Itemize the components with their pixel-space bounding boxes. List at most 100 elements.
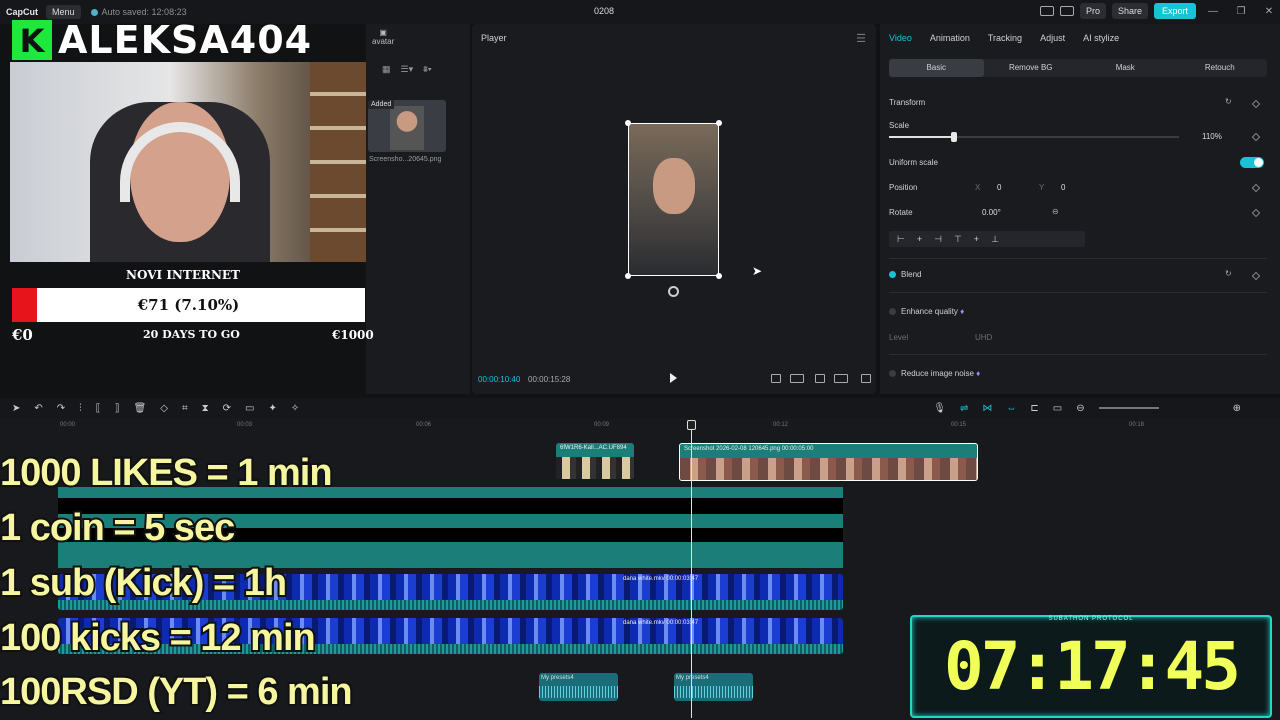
export-button[interactable]: Export [1153, 3, 1196, 19]
scale-keyframe-icon[interactable] [1251, 132, 1261, 142]
video-preview[interactable] [625, 120, 722, 279]
undo-icon[interactable]: ↶ [34, 403, 42, 414]
resize-handle-tl[interactable] [625, 120, 631, 126]
zoom-in-icon[interactable]: ⊕ [1233, 403, 1241, 414]
align-left-icon[interactable]: ⊢ [897, 234, 905, 245]
preview-axis-icon[interactable]: ⇔ [1006, 403, 1016, 414]
rotate-keyframe-icon[interactable] [1251, 208, 1261, 218]
rotate-dial-icon[interactable]: ⊖ [1052, 207, 1059, 216]
rotate-input[interactable]: 0.00° [982, 208, 1001, 217]
sort-icon[interactable]: ☰▾ [401, 64, 414, 75]
scale-slider-knob[interactable] [951, 132, 957, 142]
position-x-input[interactable]: 0 [997, 183, 1001, 192]
play-icon[interactable] [670, 373, 677, 383]
ratio-icon[interactable] [834, 374, 848, 383]
resize-handle-tr[interactable] [716, 120, 722, 126]
share-button[interactable]: Share [1111, 3, 1148, 19]
align-middle-icon[interactable]: + [974, 234, 979, 244]
subtab-basic[interactable]: Basic [889, 59, 984, 77]
screenshot-clip[interactable]: Screenshot 2026-02-08 120645.png 00:00:0… [679, 443, 978, 481]
keyframe-icon[interactable] [1251, 99, 1261, 109]
ruler-tick: 00:09 [594, 422, 610, 428]
subtab-mask[interactable]: Mask [1078, 59, 1173, 77]
scale-slider[interactable] [889, 132, 1179, 142]
rotate-icon[interactable]: ⟳ [223, 403, 231, 414]
audio-clip[interactable]: My presets4 [539, 673, 618, 701]
position-keyframe-icon[interactable] [1251, 183, 1261, 193]
media-tab-label: avatar [372, 37, 395, 46]
split-screen-icon[interactable]: ⊏ [1030, 403, 1038, 414]
link-icon[interactable]: ⇌ [960, 403, 968, 414]
grid-view-icon[interactable]: ▦ [382, 64, 391, 75]
clip-filmstrip [556, 457, 634, 479]
minimize-icon[interactable]: — [1202, 6, 1224, 17]
select-tool-icon[interactable]: ➤ [12, 403, 20, 414]
enhance-quality-heading[interactable]: Enhance quality ♦ [889, 307, 964, 316]
shield-icon[interactable]: ◇ [160, 403, 168, 414]
scale-value[interactable]: 110% [1202, 132, 1222, 141]
zoom-out-icon[interactable]: ⊖ [1076, 403, 1084, 414]
thumbnail-label: Screensho...20645.png [369, 156, 442, 163]
layout-icon[interactable] [1039, 6, 1054, 16]
magic-icon[interactable]: ✦ [269, 403, 277, 414]
maximize-icon[interactable]: ❐ [1230, 6, 1252, 17]
subtab-retouch[interactable]: Retouch [1173, 59, 1268, 77]
image-clip[interactable]: 6fW1R6-Kall...AC.UF894 [556, 443, 634, 479]
fullscreen-icon[interactable] [861, 374, 871, 383]
split-right-icon[interactable]: ⟧ [115, 403, 120, 414]
tab-video[interactable]: Video [889, 33, 912, 43]
microphone-icon[interactable]: 🎙 [933, 403, 946, 414]
reset-icon[interactable]: ↻ [1225, 97, 1232, 106]
reduce-noise-heading[interactable]: Reduce image noise ♦ [889, 369, 980, 378]
subtab-remove-bg[interactable]: Remove BG [984, 59, 1079, 77]
menu-button[interactable]: Menu [46, 5, 81, 19]
magnet-icon[interactable]: ⋈ [982, 403, 992, 414]
mirror-icon[interactable]: ⧗ [202, 403, 209, 414]
level-select[interactable]: UHD [975, 333, 992, 342]
crop-icon[interactable]: ⌗ [182, 403, 188, 414]
tab-ai-stylize[interactable]: AI stylize [1083, 33, 1119, 43]
playhead[interactable] [691, 422, 692, 718]
filter-icon[interactable]: ⩩▾ [423, 64, 432, 75]
delete-icon[interactable]: 🗑 [134, 403, 147, 414]
uniform-scale-toggle[interactable] [1240, 157, 1264, 168]
zoom-slider[interactable] [1098, 407, 1159, 409]
pro-button[interactable]: Pro [1079, 3, 1106, 19]
position-y-input[interactable]: 0 [1061, 183, 1065, 192]
player-menu-icon[interactable]: ☰ [856, 32, 866, 45]
adjust-icon[interactable] [771, 374, 781, 383]
quality-icon[interactable] [790, 374, 804, 383]
audio-waveform [539, 686, 618, 698]
media-thumbnail[interactable]: Added [368, 100, 446, 152]
redo-icon[interactable]: ↷ [57, 403, 65, 414]
scale-label: Scale [889, 121, 910, 130]
resize-handle-br[interactable] [716, 273, 722, 279]
blend-reset-icon[interactable]: ↻ [1225, 269, 1232, 278]
align-center-icon[interactable]: + [917, 234, 922, 244]
preview-subject [653, 158, 695, 214]
close-icon[interactable]: ✕ [1258, 6, 1280, 17]
align-bottom-icon[interactable]: ⊥ [991, 234, 999, 245]
align-top-icon[interactable]: ⊤ [954, 234, 962, 245]
resize-handle-bl[interactable] [625, 273, 631, 279]
playhead-handle[interactable] [687, 420, 696, 430]
divider [889, 292, 1267, 293]
zoom-icon[interactable] [815, 374, 825, 383]
caption-icon[interactable]: ▭ [1053, 403, 1062, 414]
shortcuts-icon[interactable] [1059, 6, 1074, 16]
transform-heading[interactable]: Transform [889, 98, 925, 107]
tab-animation[interactable]: Animation [930, 33, 970, 43]
tab-tracking[interactable]: Tracking [988, 33, 1022, 43]
goal-days: 20 DAYS TO GO [143, 328, 240, 341]
tab-adjust[interactable]: Adjust [1040, 33, 1065, 43]
blend-heading[interactable]: Blend [889, 270, 921, 279]
blend-keyframe-icon[interactable] [1251, 271, 1261, 281]
align-right-icon[interactable]: ⊣ [934, 234, 942, 245]
split-icon[interactable]: ⫶ [79, 403, 82, 414]
media-tab-avatar[interactable]: ▣ avatar [372, 28, 394, 46]
rotate-handle-icon[interactable] [668, 286, 679, 297]
freeze-icon[interactable]: ▭ [245, 403, 254, 414]
split-left-icon[interactable]: ⟦ [96, 403, 101, 414]
auto-cut-icon[interactable]: ✧ [291, 403, 299, 414]
audio-clip[interactable]: My presets4 [674, 673, 753, 701]
